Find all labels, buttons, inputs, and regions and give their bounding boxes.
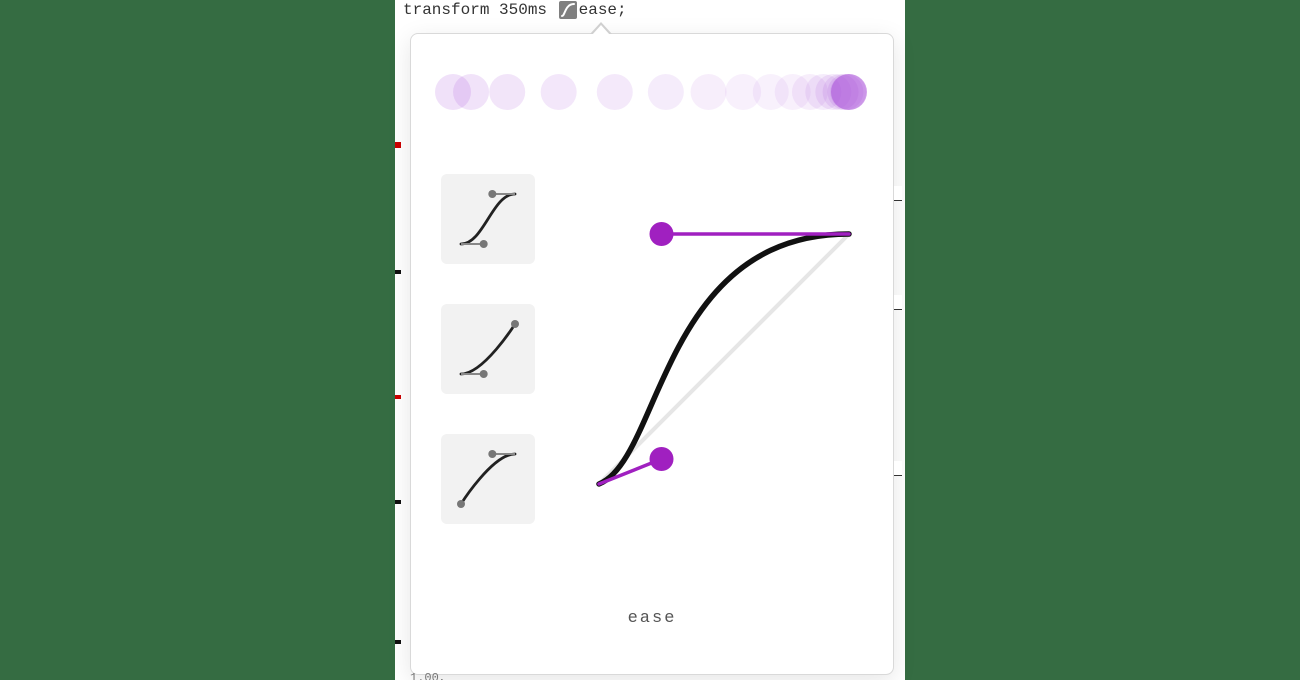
bezier-editor-canvas[interactable] <box>581 184 871 514</box>
css-semicolon: ; <box>617 1 627 19</box>
gutter-marker <box>395 395 401 399</box>
background-text-peek <box>894 295 902 310</box>
css-timing-text: ease <box>579 1 617 19</box>
css-declaration: transform 350ms ease ; <box>403 0 627 20</box>
preset-ease-out[interactable] <box>441 434 535 524</box>
velocity-preview <box>431 62 871 122</box>
css-property-text: transform 350ms <box>403 1 557 19</box>
background-text-peek <box>894 461 902 476</box>
bezier-handle-p1[interactable] <box>650 447 674 471</box>
preset-ease-in[interactable] <box>441 304 535 394</box>
gutter-marker <box>395 640 401 644</box>
content-column: transform 350ms ease ; ease 1.00, <box>395 0 905 680</box>
preset-list <box>441 174 535 524</box>
gutter-marker <box>395 142 401 148</box>
bezier-handle-p2[interactable] <box>650 222 674 246</box>
truncated-footer-text: 1.00, <box>410 671 446 680</box>
timing-function-name: ease <box>411 609 893 628</box>
gutter-marker <box>395 270 401 274</box>
preset-ease-in-out[interactable] <box>441 174 535 264</box>
bezier-editor-popover: ease <box>410 33 894 675</box>
page-background: transform 350ms ease ; ease 1.00, <box>0 0 1300 680</box>
gutter-marker <box>395 500 401 504</box>
background-text-peek <box>894 186 902 201</box>
bezier-swatch-icon[interactable] <box>559 1 577 19</box>
